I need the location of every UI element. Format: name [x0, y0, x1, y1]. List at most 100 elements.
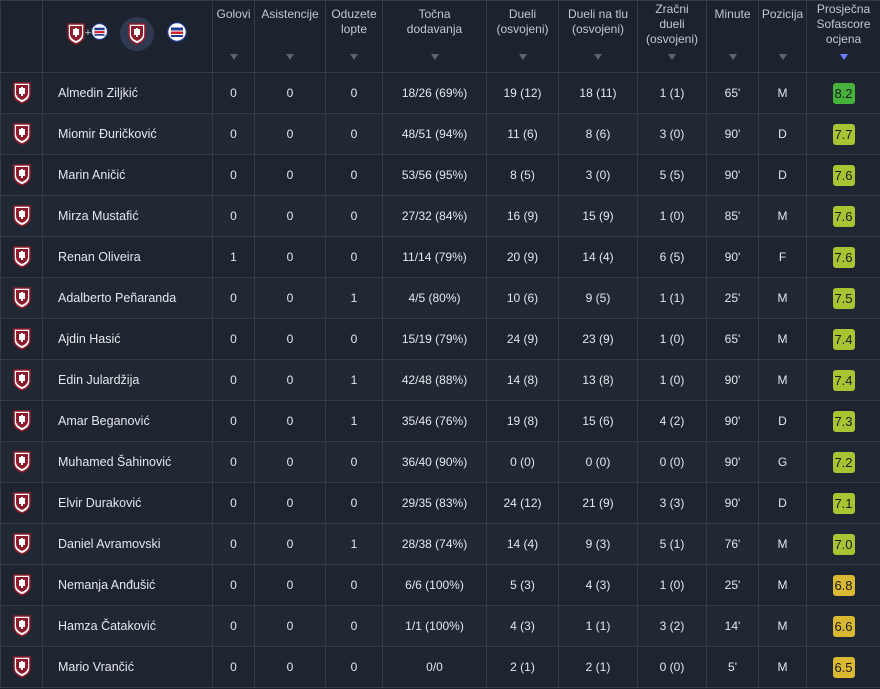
position-cell: G: [758, 441, 807, 483]
sort-arrow-icon: [430, 54, 439, 60]
sarajevo-crest-icon: [12, 410, 31, 432]
minutes-cell: 90': [706, 482, 759, 524]
position-cell: D: [758, 482, 807, 524]
table-row[interactable]: Nemanja Anđušić 0 0 0 6/6 (100%) 5 (3) 4 (3) 1 …: [0, 564, 880, 606]
table-row[interactable]: Mario Vrančić 0 0 0 0/0 2 (1) 2 (1) 0 (0) 5' M 6.5: [0, 646, 880, 688]
team-filter-zeljeznicar[interactable]: [160, 17, 194, 51]
assists-cell: 0: [254, 400, 326, 442]
table-row[interactable]: Ajdin Hasić 0 0 0 15/19 (79%) 24 (9) 23 (9) 1 (…: [0, 318, 880, 360]
minutes-cell: 90': [706, 236, 759, 278]
position-header[interactable]: Pozicija: [758, 0, 807, 73]
passes-cell: 48/51 (94%): [382, 113, 487, 155]
table-row[interactable]: Renan Oliveira 1 0 0 11/14 (79%) 20 (9) 14 (4)…: [0, 236, 880, 278]
table-row[interactable]: Edin Julardžija 0 0 1 42/48 (88%) 14 (8) 13 (8…: [0, 359, 880, 401]
minutes-cell: 65': [706, 72, 759, 114]
team-crest-cell: [0, 359, 43, 401]
ground-duels-cell: 9 (5): [558, 277, 638, 319]
assists-cell: 0: [254, 564, 326, 606]
minutes-cell: 76': [706, 523, 759, 565]
tackles-cell: 1: [325, 400, 383, 442]
team-filter-both[interactable]: +: [62, 17, 114, 51]
player-name[interactable]: Marin Aničić: [42, 154, 213, 196]
player-name[interactable]: Amar Beganović: [42, 400, 213, 442]
tackles-cell: 0: [325, 318, 383, 360]
table-row[interactable]: Almedin Ziljkić 0 0 0 18/26 (69%) 19 (12) 18 (…: [0, 72, 880, 114]
table-row[interactable]: Mirza Mustafić 0 0 0 27/32 (84%) 16 (9) 15 (9)…: [0, 195, 880, 237]
player-name[interactable]: Muhamed Šahinović: [42, 441, 213, 483]
goals-cell: 0: [212, 318, 255, 360]
aerial-duels-cell: 5 (1): [637, 523, 707, 565]
tackles-cell: 1: [325, 277, 383, 319]
rating-badge: 7.2: [832, 451, 855, 473]
table-row[interactable]: Daniel Avramovski 0 0 1 28/38 (74%) 14 (4) 9 (…: [0, 523, 880, 565]
player-name[interactable]: Mario Vrančić: [42, 646, 213, 688]
rating-badge: 7.6: [832, 164, 855, 186]
minutes-header[interactable]: Minute: [706, 0, 759, 73]
player-name[interactable]: Renan Oliveira: [42, 236, 213, 278]
rating-badge: 7.6: [832, 246, 855, 268]
player-name[interactable]: Elvir Duraković: [42, 482, 213, 524]
sort-arrow-icon: [229, 54, 238, 60]
player-name[interactable]: Adalberto Peñaranda: [42, 277, 213, 319]
assists-cell: 0: [254, 441, 326, 483]
tackles-header[interactable]: Oduzete lopte: [325, 0, 383, 73]
player-name[interactable]: Hamza Čataković: [42, 605, 213, 647]
goals-cell: 0: [212, 564, 255, 606]
sort-arrow-active-icon: [839, 54, 848, 60]
aerial-duels-cell: 1 (0): [637, 195, 707, 237]
player-name[interactable]: Daniel Avramovski: [42, 523, 213, 565]
goals-cell: 0: [212, 646, 255, 688]
player-name[interactable]: Almedin Ziljkić: [42, 72, 213, 114]
team-crest-cell: [0, 236, 43, 278]
rating-badge: 7.4: [832, 328, 855, 350]
team-crest-cell: [0, 441, 43, 483]
aerial-duels-header[interactable]: Zračni dueli (osvojeni): [637, 0, 707, 73]
minutes-cell: 25': [706, 277, 759, 319]
rating-header[interactable]: Prosječna Sofascore ocjena: [806, 0, 880, 73]
aerial-duels-header-line2: dueli: [659, 17, 685, 31]
table-row[interactable]: Hamza Čataković 0 0 0 1/1 (100%) 4 (3) 1 (1) 3 …: [0, 605, 880, 647]
passes-cell: 35/46 (76%): [382, 400, 487, 442]
table-row[interactable]: Elvir Duraković 0 0 0 29/35 (83%) 24 (12) 21 (…: [0, 482, 880, 524]
player-name[interactable]: Miomir Đuričković: [42, 113, 213, 155]
minutes-header-label: Minute: [714, 7, 751, 21]
player-name[interactable]: Mirza Mustafić: [42, 195, 213, 237]
zeljeznicar-crest-icon: [166, 21, 187, 46]
passes-header[interactable]: Točna dodavanja: [382, 0, 487, 73]
passes-cell: 11/14 (79%): [382, 236, 487, 278]
table-row[interactable]: Muhamed Šahinović 0 0 0 36/40 (90%) 0 (0) 0 (0…: [0, 441, 880, 483]
ground-duels-header[interactable]: Dueli na tlu (osvojeni): [558, 0, 638, 73]
minutes-cell: 5': [706, 646, 759, 688]
passes-cell: 6/6 (100%): [382, 564, 487, 606]
rating-cell: 7.3: [806, 400, 880, 442]
table-row[interactable]: Marin Aničić 0 0 0 53/56 (95%) 8 (5) 3 (0) 5 (5…: [0, 154, 880, 196]
goals-header[interactable]: Golovi: [212, 0, 255, 73]
duels-cell: 14 (8): [486, 359, 559, 401]
rating-badge: 7.4: [832, 369, 855, 391]
table-row[interactable]: Amar Beganović 0 0 1 35/46 (76%) 19 (8) 15 (6)…: [0, 400, 880, 442]
minutes-cell: 90': [706, 113, 759, 155]
sarajevo-crest-icon: [12, 656, 31, 678]
assists-cell: 0: [254, 318, 326, 360]
table-row[interactable]: Miomir Đuričković 0 0 0 48/51 (94%) 11 (6) 8 (…: [0, 113, 880, 155]
assists-header[interactable]: Asistencije: [254, 0, 326, 73]
player-name[interactable]: Nemanja Anđušić: [42, 564, 213, 606]
rating-cell: 7.6: [806, 236, 880, 278]
passes-cell: 15/19 (79%): [382, 318, 487, 360]
assists-cell: 0: [254, 482, 326, 524]
aerial-duels-cell: 6 (5): [637, 236, 707, 278]
goals-cell: 0: [212, 482, 255, 524]
position-cell: F: [758, 236, 807, 278]
tackles-cell: 0: [325, 236, 383, 278]
passes-cell: 29/35 (83%): [382, 482, 487, 524]
player-name[interactable]: Ajdin Hasić: [42, 318, 213, 360]
player-name[interactable]: Edin Julardžija: [42, 359, 213, 401]
team-filter-sarajevo[interactable]: [119, 16, 154, 51]
duels-header[interactable]: Dueli (osvojeni): [486, 0, 559, 73]
ground-duels-cell: 21 (9): [558, 482, 638, 524]
table-row[interactable]: Adalberto Peñaranda 0 0 1 4/5 (80%) 10 (6) 9 (…: [0, 277, 880, 319]
sarajevo-crest-icon: [12, 369, 31, 391]
header-row: + Golovi Asistencije Oduzete lopte Točna d…: [0, 0, 880, 73]
passes-cell: 27/32 (84%): [382, 195, 487, 237]
assists-cell: 0: [254, 277, 326, 319]
